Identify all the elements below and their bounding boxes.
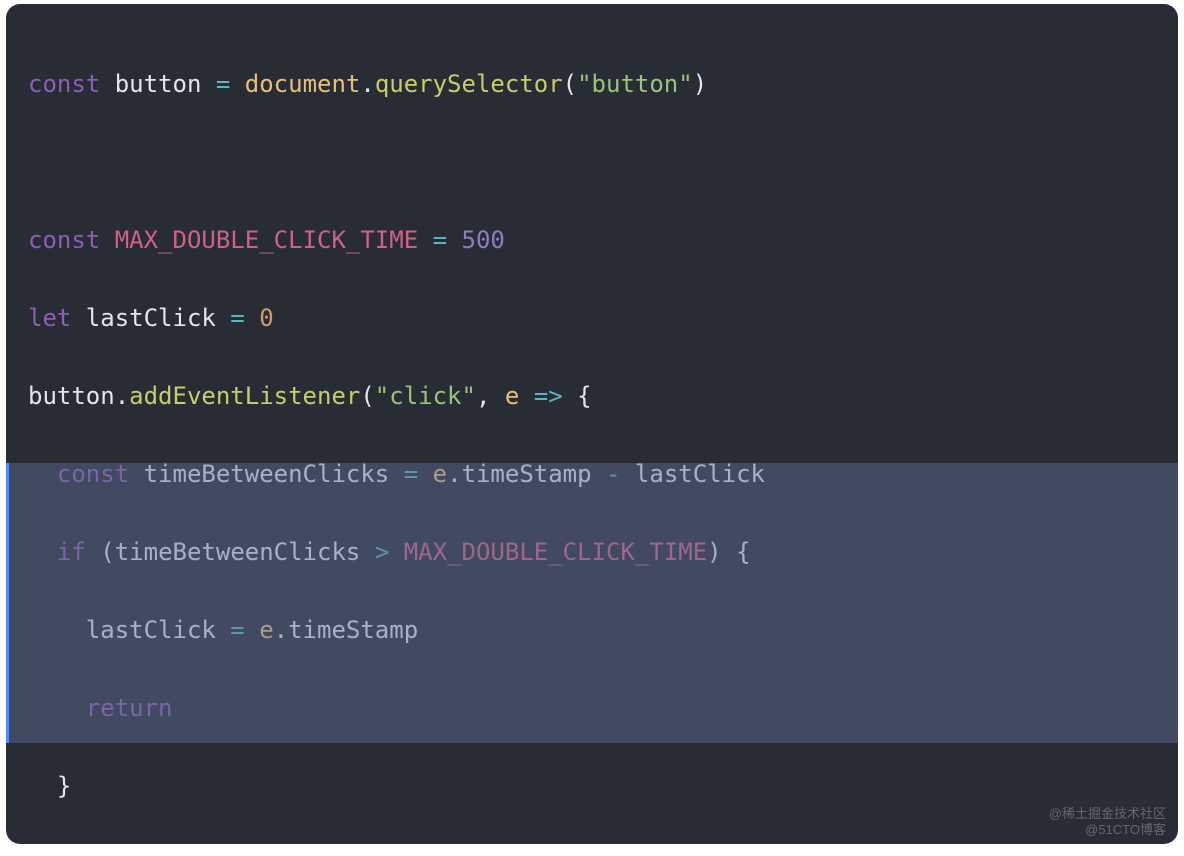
code-line xyxy=(28,143,1178,182)
code-line: button.addEventListener("click", e => { xyxy=(28,377,1178,416)
code-line: if (timeBetweenClicks > MAX_DOUBLE_CLICK… xyxy=(28,533,1178,572)
code-line: const timeBetweenClicks = e.timeStamp - … xyxy=(28,455,1178,494)
watermark: @稀土掘金技术社区 @51CTO博客 xyxy=(1049,806,1166,838)
code-line: } xyxy=(28,767,1178,806)
code-content: const button = document.querySelector("b… xyxy=(6,4,1178,844)
code-line: const button = document.querySelector("b… xyxy=(28,65,1178,104)
code-line: let lastClick = 0 xyxy=(28,299,1178,338)
code-line: lastClick = e.timeStamp xyxy=(28,611,1178,650)
code-line: const MAX_DOUBLE_CLICK_TIME = 500 xyxy=(28,221,1178,260)
code-block: const button = document.querySelector("b… xyxy=(6,4,1178,844)
code-line: return xyxy=(28,689,1178,728)
